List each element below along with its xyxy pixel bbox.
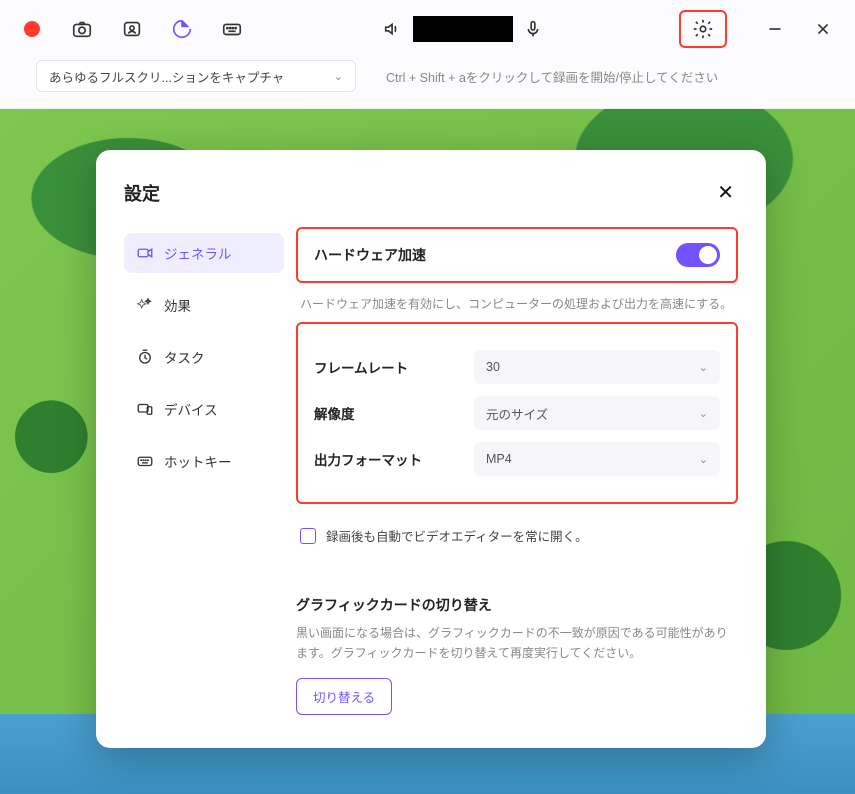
capture-mode-select[interactable]: あらゆるフルスクリ...ションをキャプチャ ⌄ xyxy=(36,60,356,92)
settings-button[interactable] xyxy=(689,15,717,43)
capture-mode-value: あらゆるフルスクリ...ションをキャプチャ xyxy=(49,67,284,86)
sidebar-item-label: ホットキー xyxy=(164,451,232,471)
clock-icon xyxy=(136,348,154,366)
format-label: 出力フォーマット xyxy=(314,449,474,469)
resolution-select[interactable]: 元のサイズ ⌄ xyxy=(474,396,720,430)
cursor-icon[interactable] xyxy=(168,15,196,43)
audio-source-redacted xyxy=(413,16,513,42)
webcam-icon[interactable] xyxy=(118,15,146,43)
sidebar-item-devices[interactable]: デバイス xyxy=(124,389,284,429)
format-value: MP4 xyxy=(486,452,512,466)
framerate-value: 30 xyxy=(486,360,500,374)
minimize-button[interactable] xyxy=(761,15,789,43)
keyboard-small-icon xyxy=(136,452,154,470)
gfx-switch-title: グラフィックカードの切り替え xyxy=(296,595,738,615)
audio-controls xyxy=(379,15,547,43)
close-button[interactable]: ✕ xyxy=(713,176,738,209)
chevron-down-icon: ⌄ xyxy=(334,70,343,83)
hw-accel-toggle[interactable] xyxy=(676,243,720,267)
chevron-down-icon: ⌄ xyxy=(699,361,708,374)
video-icon xyxy=(136,244,154,262)
framerate-select[interactable]: 30 ⌄ xyxy=(474,350,720,384)
settings-modal: 設定 ✕ ジェネラル 効果 タスク デバイス ホットキー xyxy=(96,150,766,748)
mic-icon[interactable] xyxy=(519,15,547,43)
settings-button-highlight xyxy=(679,10,727,48)
gfx-switch-description: 黒い画面になる場合は、グラフィックカードの不一致が原因である可能性があります。グ… xyxy=(296,623,738,664)
gfx-switch-button[interactable]: 切り替える xyxy=(296,678,392,715)
resolution-value: 元のサイズ xyxy=(486,404,548,423)
resolution-label: 解像度 xyxy=(314,403,474,423)
topbar: あらゆるフルスクリ...ションをキャプチャ ⌄ Ctrl + Shift + a… xyxy=(0,0,855,109)
camera-icon[interactable] xyxy=(68,15,96,43)
hw-accel-highlight: ハードウェア加速 xyxy=(296,227,738,283)
auto-open-editor-label: 録画後も自動でビデオエディターを常に開く。 xyxy=(326,526,588,545)
auto-open-editor-checkbox[interactable] xyxy=(300,528,316,544)
modal-title: 設定 xyxy=(124,180,160,206)
output-settings-highlight: フレームレート 30 ⌄ 解像度 元のサイズ ⌄ 出力フォーマット xyxy=(296,322,738,504)
sidebar-item-tasks[interactable]: タスク xyxy=(124,337,284,377)
keyboard-icon[interactable] xyxy=(218,15,246,43)
chevron-down-icon: ⌄ xyxy=(699,453,708,466)
close-window-button[interactable] xyxy=(809,15,837,43)
record-hint: Ctrl + Shift + aをクリックして録画を開始/停止してください xyxy=(386,67,718,86)
chevron-down-icon: ⌄ xyxy=(699,407,708,420)
sparkle-icon xyxy=(136,296,154,314)
sidebar-item-label: ジェネラル xyxy=(164,243,232,263)
hw-accel-description: ハードウェア加速を有効にし、コンピューターの処理および出力を高速にする。 xyxy=(300,295,738,312)
sidebar-item-label: 効果 xyxy=(164,295,191,315)
gfx-switch-button-label: 切り替える xyxy=(313,691,375,705)
record-button[interactable] xyxy=(18,15,46,43)
framerate-label: フレームレート xyxy=(314,357,474,377)
device-icon xyxy=(136,400,154,418)
sidebar-item-general[interactable]: ジェネラル xyxy=(124,233,284,273)
auto-open-editor-row[interactable]: 録画後も自動でビデオエディターを常に開く。 xyxy=(300,526,738,545)
sidebar-item-label: タスク xyxy=(164,347,205,367)
sidebar-item-label: デバイス xyxy=(164,399,218,419)
format-select[interactable]: MP4 ⌄ xyxy=(474,442,720,476)
hw-accel-label: ハードウェア加速 xyxy=(314,245,426,265)
settings-sidebar: ジェネラル 効果 タスク デバイス ホットキー xyxy=(124,227,284,722)
settings-panel: ハードウェア加速 ハードウェア加速を有効にし、コンピューターの処理および出力を高… xyxy=(284,227,738,722)
speaker-icon[interactable] xyxy=(379,15,407,43)
sidebar-item-effects[interactable]: 効果 xyxy=(124,285,284,325)
sidebar-item-hotkeys[interactable]: ホットキー xyxy=(124,441,284,481)
